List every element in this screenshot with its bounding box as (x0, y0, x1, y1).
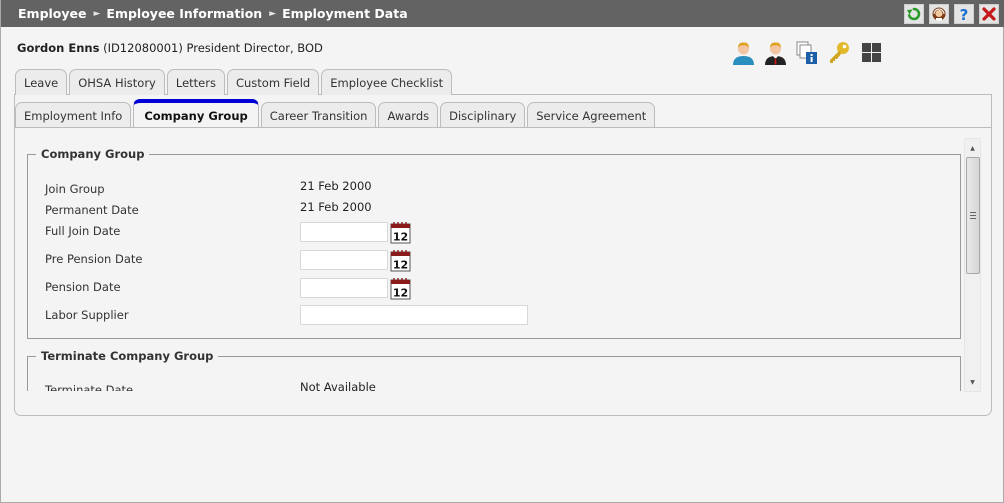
breadcrumb-separator-icon: ► (93, 8, 101, 19)
refresh-icon (907, 7, 921, 21)
tab-career-transition[interactable]: Career Transition (260, 102, 377, 128)
full-join-date-label: Full Join Date (45, 224, 121, 238)
grip-icon (970, 212, 976, 219)
svg-text:?: ? (960, 6, 969, 22)
breadcrumb-employee-information[interactable]: Employee Information (106, 6, 262, 21)
key-icon[interactable] (827, 40, 852, 65)
calendar-day-text: 12 (393, 287, 408, 300)
calendar-icon[interactable]: 12 (390, 220, 412, 244)
terminate-date-value: Not Available (300, 380, 376, 391)
info-documents-icon[interactable] (795, 40, 820, 65)
tab-disciplinary[interactable]: Disciplinary (440, 102, 526, 128)
user-icon[interactable] (731, 40, 756, 65)
tab-company-group[interactable]: Company Group (133, 99, 259, 128)
content-scroll-area: Company Group Join Group 21 Feb 2000 Per… (15, 128, 963, 391)
employee-detail: (ID12080001) President Director, BOD (103, 41, 323, 55)
tab-bar-primary: Leave OHSA History Letters Custom Field … (15, 69, 453, 95)
calendar-icon[interactable]: 12 (390, 248, 412, 272)
join-group-label: Join Group (45, 182, 105, 196)
calendar-icon[interactable]: 12 (390, 276, 412, 300)
terminate-group-fieldset: Terminate Company Group (27, 349, 961, 391)
scroll-down-icon[interactable]: ▼ (965, 374, 980, 390)
permanent-date-value: 21 Feb 2000 (300, 200, 372, 214)
labor-supplier-label: Labor Supplier (45, 308, 129, 322)
support-button[interactable] (929, 4, 949, 24)
employee-toolbar (731, 40, 884, 65)
app-window: Employee ► Employee Information ► Employ… (0, 0, 1004, 503)
breadcrumb-separator-icon: ► (269, 8, 277, 19)
tab-custom-field[interactable]: Custom Field (226, 69, 320, 95)
employee-name: Gordon Enns (17, 41, 100, 55)
pension-date-label: Pension Date (45, 280, 121, 294)
permanent-date-label: Permanent Date (45, 203, 139, 217)
terminate-date-label: Terminate Date (45, 383, 134, 391)
manager-icon[interactable] (763, 40, 788, 65)
pre-pension-date-label: Pre Pension Date (45, 252, 143, 266)
pension-date-input[interactable] (300, 278, 388, 298)
company-group-legend: Company Group (41, 147, 145, 161)
tab-ohsa-history[interactable]: OHSA History (69, 69, 165, 95)
headset-icon (932, 7, 946, 21)
help-button[interactable]: ? (954, 4, 974, 24)
tab-employee-checklist[interactable]: Employee Checklist (321, 69, 453, 95)
pre-pension-date-input[interactable] (300, 250, 388, 270)
tab-service-agreement[interactable]: Service Agreement (527, 102, 656, 128)
terminate-group-legend: Terminate Company Group (41, 349, 214, 363)
scroll-up-icon[interactable]: ▲ (965, 140, 980, 156)
tab-employment-info[interactable]: Employment Info (15, 102, 132, 128)
tab-leave[interactable]: Leave (15, 69, 68, 95)
vertical-scrollbar[interactable]: ▲ ▼ (964, 138, 981, 392)
scrollbar-thumb[interactable] (966, 157, 980, 274)
calendar-day-text: 12 (393, 259, 408, 272)
breadcrumb-employment-data: Employment Data (282, 6, 408, 21)
calendar-day-text: 12 (393, 231, 408, 244)
title-actions: ? (904, 4, 999, 24)
tab-awards[interactable]: Awards (378, 102, 439, 128)
full-join-date-input[interactable] (300, 222, 388, 242)
join-group-value: 21 Feb 2000 (300, 179, 372, 193)
labor-supplier-input[interactable] (300, 305, 528, 325)
refresh-button[interactable] (904, 4, 924, 24)
close-icon (982, 7, 996, 21)
grid-icon[interactable] (859, 40, 884, 65)
close-button[interactable] (979, 4, 999, 24)
title-bar: Employee ► Employee Information ► Employ… (1, 0, 1004, 27)
breadcrumb-employee[interactable]: Employee (18, 6, 87, 21)
help-icon: ? (960, 6, 969, 22)
tab-bar-secondary: Employment Info Company Group Career Tra… (15, 99, 656, 128)
tab-letters[interactable]: Letters (166, 69, 225, 95)
employee-header: Gordon Enns (ID12080001) President Direc… (17, 41, 323, 55)
